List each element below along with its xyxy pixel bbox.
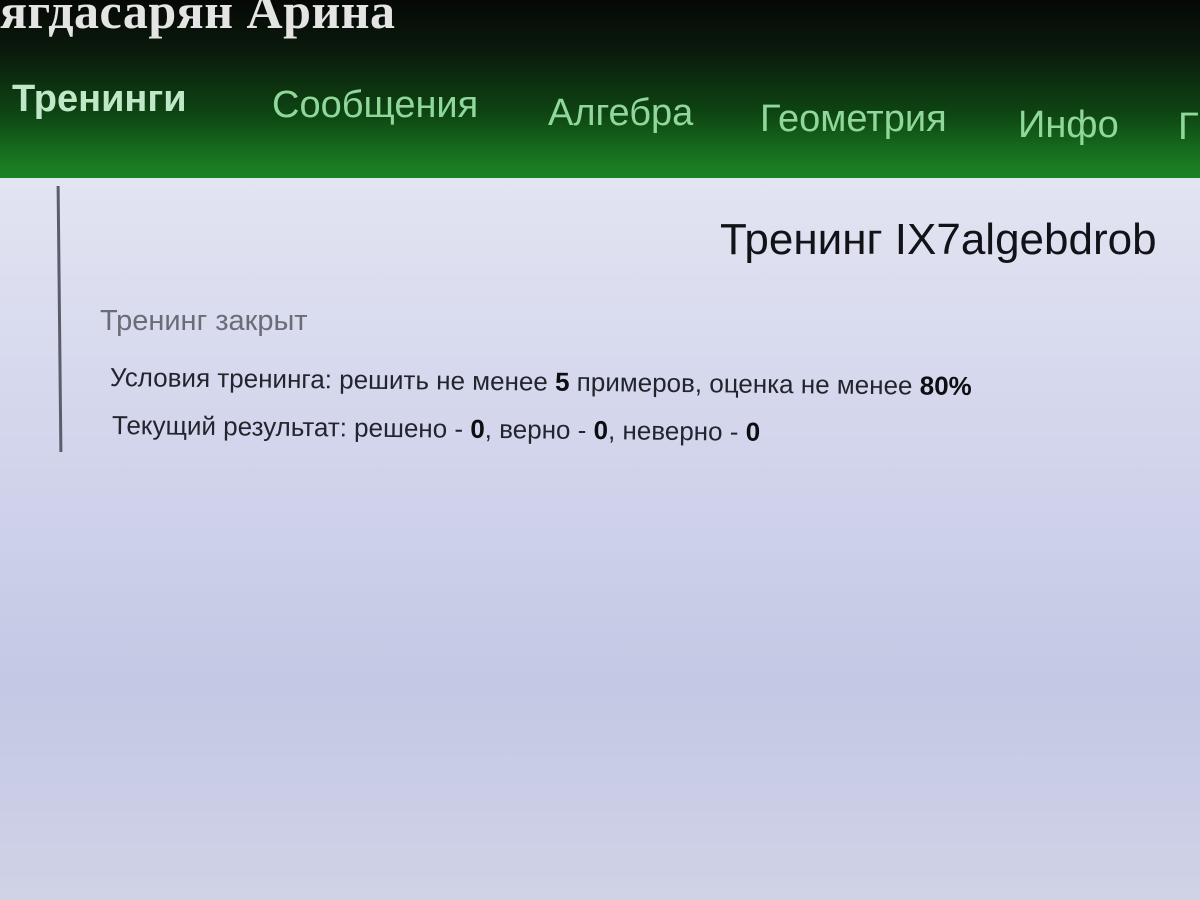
page-title: Тренинг IX7algebdrob (720, 215, 1157, 264)
correct-label: , верно - (484, 413, 594, 446)
main-content (0, 178, 1200, 900)
solved-value: 0 (470, 413, 485, 444)
result-prefix: Текущий результат: решено - (111, 410, 471, 444)
nav-item-cut-off[interactable]: Г (1178, 106, 1199, 149)
nav-item-geometry[interactable]: Геометрия (760, 98, 947, 141)
main-nav: Тренинги Сообщения Алгебра Геометрия Инф… (0, 70, 1200, 160)
incorrect-value: 0 (745, 416, 761, 447)
nav-item-info[interactable]: Инфо (1018, 104, 1119, 147)
nav-item-algebra[interactable]: Алгебра (548, 92, 693, 135)
min-examples-value: 5 (554, 366, 570, 397)
user-name: ягдасарян Арина (0, 0, 396, 39)
nav-item-trainings[interactable]: Тренинги (12, 78, 187, 121)
correct-value: 0 (593, 415, 609, 446)
conditions-prefix: Условия тренинга: решить не менее (109, 362, 556, 397)
training-status: Тренинг закрыт (100, 305, 308, 337)
min-score-value: 80% (919, 370, 972, 402)
site-header: ягдасарян Арина Тренинги Сообщения Алгеб… (0, 0, 1200, 205)
incorrect-label: , неверно - (607, 415, 746, 447)
nav-item-messages[interactable]: Сообщения (272, 84, 478, 127)
conditions-middle: примеров, оценка не менее (569, 366, 920, 401)
